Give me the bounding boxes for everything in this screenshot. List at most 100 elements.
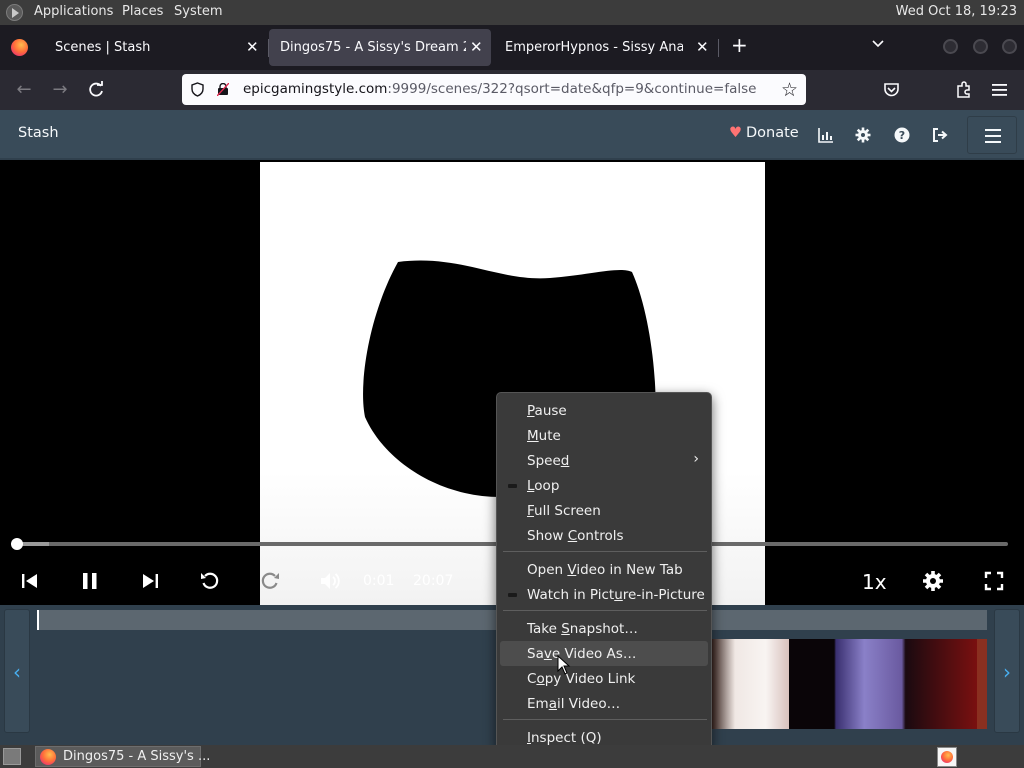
menu-item-full-screen[interactable]: Full Screen <box>500 498 708 523</box>
show-desktop-icon[interactable] <box>3 748 21 765</box>
hamburger-menu-button[interactable] <box>967 116 1017 154</box>
reload-icon[interactable] <box>86 80 106 100</box>
list-all-tabs-icon[interactable] <box>870 36 886 52</box>
places-menu[interactable]: Places <box>122 4 163 19</box>
menu-separator <box>503 719 707 720</box>
scrubber-thumbnail[interactable] <box>977 639 987 729</box>
pause-icon[interactable] <box>79 570 101 592</box>
stash-navbar: Stash ♥ Donate ? <box>0 110 1024 160</box>
scrubber-thumbnail[interactable] <box>789 639 977 729</box>
settings-gear-icon[interactable] <box>922 570 944 592</box>
back-arrow-icon[interactable]: ← <box>12 78 36 102</box>
menu-item-label: Watch in Picture-in-Picture <box>527 587 705 603</box>
menu-item-label: Speed <box>527 453 570 469</box>
top-panel: Applications Places System Wed Oct 18, 1… <box>0 0 1024 25</box>
menu-item-open-video-new-tab[interactable]: Open Video in New Tab <box>500 557 708 582</box>
settings-gear-icon[interactable] <box>855 127 871 143</box>
stash-brand-link[interactable]: Stash <box>18 125 59 141</box>
svg-text:?: ? <box>899 129 905 142</box>
stats-icon[interactable] <box>818 127 834 143</box>
scrubber-position-marker[interactable] <box>37 610 39 630</box>
duration: 20:07 <box>413 573 454 589</box>
fullscreen-icon[interactable] <box>983 570 1005 592</box>
menu-separator <box>503 551 707 552</box>
scrubber-left-chevron-icon[interactable]: ‹ <box>4 609 30 733</box>
app-menu-icon[interactable] <box>992 83 1007 97</box>
menu-item-mute[interactable]: Mute <box>500 423 708 448</box>
tab-title: Dingos75 - A Sissy's Dream 2 (S <box>280 40 466 55</box>
menu-item-copy-video-link[interactable]: Copy Video Link <box>500 666 708 691</box>
tray-firefox-icon[interactable] <box>937 747 957 767</box>
tab-close-icon[interactable]: ✕ <box>470 38 483 56</box>
rewind-icon[interactable] <box>199 570 221 592</box>
help-question-icon[interactable]: ? <box>894 127 910 143</box>
video-context-menu: Pause Mute Speed › Loop Full Screen Show … <box>496 392 712 751</box>
maximize-button[interactable] <box>973 39 988 54</box>
menu-item-speed[interactable]: Speed › <box>500 448 708 473</box>
firefox-icon <box>40 749 56 765</box>
playback-speed-button[interactable]: 1x <box>862 570 887 594</box>
menu-item-loop[interactable]: Loop <box>500 473 708 498</box>
seek-knob[interactable] <box>11 538 23 550</box>
skip-next-icon[interactable] <box>139 570 161 592</box>
url-bar[interactable]: epicgamingstyle.com:9999/scenes/322?qsor… <box>182 74 806 105</box>
donate-label: Donate <box>746 125 799 141</box>
tab-title: EmperorHypnos - Sissy Anal Sl <box>505 40 683 55</box>
tab-close-icon[interactable]: ✕ <box>696 38 709 56</box>
hamburger-line <box>985 135 1001 137</box>
url-domain: epicgamingstyle.com <box>243 81 388 97</box>
scrubber-right-chevron-icon[interactable]: › <box>994 609 1020 733</box>
menu-item-picture-in-picture[interactable]: Watch in Picture-in-Picture <box>500 582 708 607</box>
menu-item-take-snapshot[interactable]: Take Snapshot… <box>500 616 708 641</box>
tab-scenes-stash[interactable]: Scenes | Stash ✕ <box>42 29 267 66</box>
menu-item-pause[interactable]: Pause <box>500 398 708 423</box>
scrubber-thumbnail[interactable] <box>712 639 789 729</box>
taskbar-window-title: Dingos75 - A Sissy's ... <box>63 749 211 764</box>
close-window-button[interactable] <box>1002 39 1017 54</box>
applications-menu[interactable]: Applications <box>34 4 113 19</box>
menu-item-label: Mute <box>527 428 561 444</box>
donate-button[interactable]: ♥ Donate <box>729 125 799 141</box>
new-tab-button[interactable]: + <box>731 35 748 55</box>
bottom-taskbar: Dingos75 - A Sissy's ... <box>0 745 1024 768</box>
forward-icon[interactable] <box>259 570 281 592</box>
volume-icon[interactable] <box>319 570 341 592</box>
hamburger-line <box>985 141 1001 143</box>
bookmark-star-icon[interactable]: ☆ <box>781 79 798 101</box>
tab-title: Scenes | Stash <box>55 40 151 55</box>
mouse-cursor-icon <box>557 655 571 675</box>
skip-previous-icon[interactable] <box>19 570 41 592</box>
hamburger-line <box>985 129 1001 131</box>
menu-separator <box>503 610 707 611</box>
forward-arrow-icon[interactable]: → <box>48 78 72 102</box>
site-info-lock-icon[interactable] <box>217 83 229 96</box>
logout-icon[interactable] <box>932 127 948 143</box>
distro-logo-icon[interactable] <box>6 4 23 21</box>
menu-item-show-controls[interactable]: Show Controls <box>500 523 708 548</box>
extensions-puzzle-icon[interactable] <box>955 81 973 99</box>
url-path: :9999/scenes/322?qsort=date&qfp=9&contin… <box>387 81 757 97</box>
taskbar-window-button[interactable]: Dingos75 - A Sissy's ... <box>35 746 210 767</box>
clock[interactable]: Wed Oct 18, 19:23 <box>896 4 1017 19</box>
menu-item-email-video[interactable]: Email Video… <box>500 691 708 716</box>
system-menu[interactable]: System <box>174 4 222 19</box>
pocket-icon[interactable] <box>883 82 900 98</box>
menu-item-label: Copy Video Link <box>527 671 636 687</box>
tab-emperorhypnos[interactable]: EmperorHypnos - Sissy Anal Sl ✕ <box>492 29 717 66</box>
menu-item-label: Show Controls <box>527 528 624 544</box>
menu-item-label: Open Video in New Tab <box>527 562 683 578</box>
menu-item-label: Pause <box>527 403 567 419</box>
minimize-button[interactable] <box>943 39 958 54</box>
menu-item-label: Email Video… <box>527 696 621 712</box>
tracking-protection-shield-icon[interactable] <box>191 82 204 97</box>
tab-dingos75[interactable]: Dingos75 - A Sissy's Dream 2 (S ✕ <box>269 29 491 66</box>
menu-item-label: Take Snapshot… <box>527 621 638 637</box>
heart-icon: ♥ <box>729 125 742 141</box>
firefox-icon[interactable] <box>11 39 28 56</box>
tab-close-icon[interactable]: ✕ <box>246 38 259 56</box>
menu-item-label: Full Screen <box>527 503 601 519</box>
menu-item-label: Loop <box>527 478 560 494</box>
menu-item-label: Save Video As… <box>527 646 637 662</box>
submenu-arrow-icon: › <box>693 451 699 467</box>
menu-item-save-video-as[interactable]: Save Video As… <box>500 641 708 666</box>
